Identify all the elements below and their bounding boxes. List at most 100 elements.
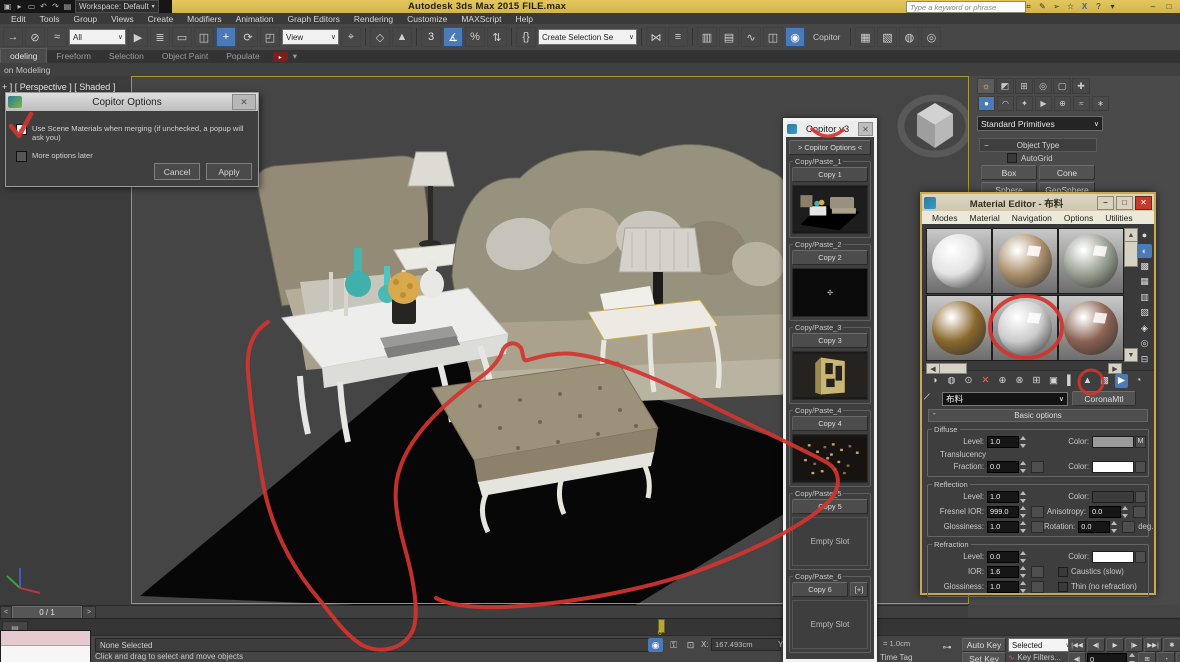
reference-coordinate-dropdown[interactable]: View∨ [282, 29, 339, 45]
select-by-name-icon[interactable]: ≣ [150, 27, 170, 47]
close-icon[interactable]: ✕ [232, 94, 256, 110]
go-to-parent-icon[interactable]: ▲ [1081, 374, 1094, 388]
orbit-icon[interactable]: ◔ [1157, 652, 1175, 662]
window-crossing-icon[interactable]: ◫ [194, 27, 214, 47]
spinner-field[interactable]: 1.0 [987, 521, 1019, 533]
ribbon-tab-object-paint[interactable]: Object Paint [153, 49, 217, 63]
show-end-result-icon[interactable]: ▌ [1064, 374, 1077, 388]
menu-maxscript[interactable]: MAXScript [454, 13, 508, 24]
map-button[interactable] [1122, 521, 1135, 533]
search-options-icon[interactable]: ⌗ [1022, 1, 1035, 12]
ribbon-tab-populate[interactable]: Populate [217, 49, 269, 63]
menu-edit[interactable]: Edit [4, 13, 33, 24]
options-icon[interactable]: ◈ [1137, 321, 1152, 335]
show-shaded-material-in-viewport-icon[interactable]: ▩ [1098, 374, 1111, 388]
menu-tools[interactable]: Tools [33, 13, 67, 24]
time-tag-label[interactable]: Time Tag [880, 653, 912, 662]
spinner-arrows[interactable] [1020, 461, 1028, 473]
scrollbar-up-arrow[interactable]: ▲ [1124, 228, 1138, 242]
checkbox[interactable] [1058, 582, 1068, 592]
render-iterative-icon[interactable]: ◎ [921, 27, 941, 47]
slot-thumbnail-4[interactable] [792, 434, 868, 483]
play-button[interactable]: ▶ [1106, 638, 1124, 652]
schematic-view-icon[interactable]: ◫ [763, 27, 783, 47]
ribbon-tab-freeform[interactable]: Freeform [47, 49, 99, 63]
material-map-navigator-icon[interactable]: ⊟ [1137, 352, 1152, 366]
color-map-button[interactable] [1135, 491, 1146, 503]
auto-key-button[interactable]: Auto Key [962, 638, 1006, 652]
create-box-button[interactable]: Box [981, 165, 1037, 180]
select-by-material-icon[interactable]: ◎ [1137, 337, 1152, 351]
maxscript-mini-listener[interactable] [0, 630, 91, 662]
slot-thumbnail-2[interactable]: ✣ [792, 268, 868, 317]
spacewarps-category-icon[interactable]: ≈ [1073, 96, 1090, 111]
undo-icon[interactable]: ↶ [38, 1, 49, 12]
menu-graph-editors[interactable]: Graph Editors [280, 13, 346, 24]
wrench-icon[interactable]: ✎ [1036, 1, 1049, 12]
pan-icon[interactable]: ✣ [1176, 652, 1180, 662]
align-icon[interactable]: ≡ [668, 27, 688, 47]
make-material-copy-icon[interactable]: ⊕ [996, 374, 1009, 388]
checkbox-option[interactable]: Caustics (slow) [1058, 567, 1124, 577]
primitives-category-dropdown[interactable]: Standard Primitives ∨ [977, 116, 1103, 131]
spinner-snap-icon[interactable]: ⇅ [487, 27, 507, 47]
copy-button-6[interactable]: Copy 6 [792, 582, 848, 597]
material-sample-slot-6[interactable] [1058, 295, 1124, 361]
scrollbar-down-arrow[interactable]: ▼ [1124, 348, 1138, 362]
scrollbar-thumb[interactable] [1124, 241, 1138, 267]
current-frame-field[interactable]: 0 [1087, 653, 1127, 662]
video-color-check-icon[interactable]: ▥ [1137, 290, 1152, 304]
frame-spinner-arrows[interactable] [1129, 653, 1137, 662]
populate-flyout-icon[interactable]: ▸ [273, 52, 288, 62]
copitor-options-button[interactable]: > Copitor Options < [789, 140, 871, 155]
spinner-arrows[interactable] [1020, 566, 1028, 578]
material-sample-slot-4[interactable] [926, 295, 992, 361]
sample-uv-tiling-icon[interactable]: ▦ [1137, 275, 1152, 289]
select-object-icon[interactable]: ▶ [128, 27, 148, 47]
motion-tab-icon[interactable]: ◎ [1034, 78, 1052, 94]
shapes-category-icon[interactable]: ◠ [997, 96, 1014, 111]
favorites-star-icon[interactable]: ☆ [1064, 1, 1077, 12]
workspace-dropdown[interactable]: Workspace: Default ▾ [75, 0, 159, 13]
sample-type-icon[interactable]: ● [1137, 228, 1152, 242]
map-button[interactable] [1031, 521, 1044, 533]
close-icon[interactable]: ✕ [858, 122, 873, 136]
h-scrollbar-thumb[interactable] [939, 363, 967, 374]
basic-options-rollout[interactable]: - Basic options [928, 409, 1148, 422]
select-and-move-icon[interactable]: + [216, 27, 236, 47]
me-menu-material[interactable]: Material [964, 213, 1006, 223]
menu-modifiers[interactable]: Modifiers [180, 13, 228, 24]
color-swatch[interactable] [1092, 491, 1134, 503]
copitor-panel-title-bar[interactable]: Copitor v3 ✕ [786, 121, 874, 137]
spinner-arrows[interactable] [1020, 551, 1028, 563]
material-editor-icon[interactable]: ◉ [785, 27, 805, 47]
copy-button-3[interactable]: Copy 3 [792, 333, 868, 348]
open-file-icon[interactable]: ▸ [14, 1, 25, 12]
key-mode-toggle-button[interactable]: ✱ [1163, 638, 1180, 652]
material-sample-slot-2[interactable] [992, 228, 1058, 294]
map-button[interactable] [1031, 581, 1044, 593]
color-swatch[interactable] [1092, 436, 1134, 448]
layer-manager-icon[interactable]: ▥ [697, 27, 717, 47]
use-pivot-center-icon[interactable]: ⌖ [341, 27, 361, 47]
geometry-category-icon[interactable]: ● [978, 96, 995, 111]
color-swatch[interactable] [1092, 551, 1134, 563]
select-and-scale-icon[interactable]: ◰ [260, 27, 280, 47]
menu-help[interactable]: Help [508, 13, 539, 24]
slot-thumbnail-1[interactable] [792, 185, 868, 234]
x-coord-field[interactable]: 167.493cm [711, 638, 781, 651]
map-button[interactable] [1031, 506, 1044, 518]
listener-script-row[interactable] [1, 646, 90, 662]
copitor-button[interactable]: Copitor [807, 29, 846, 45]
named-selection-sets-icon[interactable]: {} [516, 27, 536, 47]
use-scene-materials-option[interactable]: ✓ Use Scene Materials when merging (if u… [6, 124, 258, 142]
h-scrollbar-right-arrow[interactable]: ▶ [1108, 363, 1122, 374]
maximize-button[interactable]: □ [1162, 1, 1176, 11]
snap-toggle-3d-icon[interactable]: 3 [421, 27, 441, 47]
rendered-frame-window-icon[interactable]: ▧ [877, 27, 897, 47]
unchecked-checkbox[interactable] [16, 151, 27, 162]
copy-button-2[interactable]: Copy 2 [792, 250, 868, 265]
spinner-arrows[interactable] [1020, 521, 1028, 533]
display-tab-icon[interactable]: ▢ [1053, 78, 1071, 94]
map-button[interactable] [1031, 566, 1044, 578]
